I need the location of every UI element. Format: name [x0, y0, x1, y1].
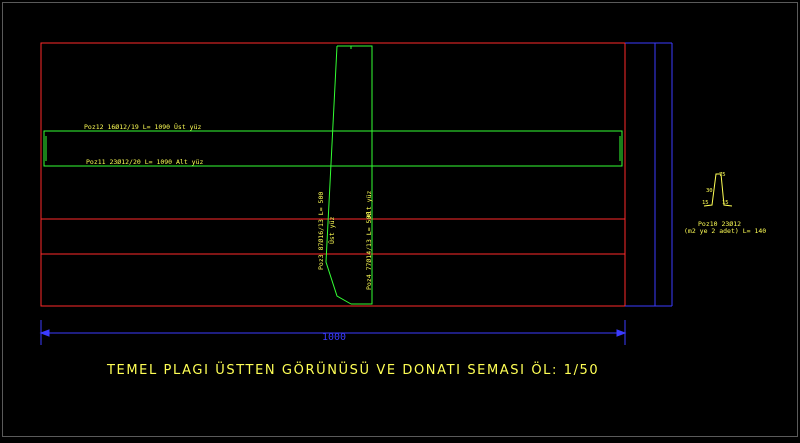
pos10-dim-top: 75 [719, 172, 726, 178]
label-pos10-line2: (m2 ye 2 adet) L= 140 [684, 227, 766, 235]
label-pos3-face: Üst yüz [327, 217, 336, 244]
pos10-dim-left: 15 [702, 200, 709, 206]
label-pos4-group: Poz4 77Ø14/13 L= 500 [365, 212, 373, 290]
pos10-dim-mid: 30 [706, 188, 713, 194]
label-pos4-face-group: Alt yüz [365, 191, 373, 218]
dim-arrow-left [39, 329, 50, 337]
pos10-dim-right: 15 [722, 200, 729, 206]
label-pos12: Poz12 16Ø12/19 L= 1090 Üst yüz [84, 122, 201, 131]
rebar-pos3 [325, 45, 352, 305]
drawing-svg: 1000 Poz12 16Ø12/19 L= 1090 Üst yüz Poz1… [39, 42, 766, 378]
dimension-lines [39, 42, 673, 345]
label-pos11: Poz11 23Ø12/20 L= 1090 Alt yüz [86, 158, 203, 166]
foundation-plate [40, 42, 626, 307]
dim-arrow-right [616, 329, 627, 337]
plate-outline [40, 42, 626, 307]
label-pos4: Poz4 77Ø14/13 L= 500 [365, 212, 373, 290]
drawing-title: TEMEL PLAGI ÜSTTEN GÖRÜNÜSÜ VE DONATI SE… [106, 361, 599, 378]
cad-drawing-canvas: 1000 Poz12 16Ø12/19 L= 1090 Üst yüz Poz1… [0, 0, 800, 439]
label-pos3-group: Poz3 87Ø16/13 L= 500 [317, 192, 325, 270]
label-pos3: Poz3 87Ø16/13 L= 500 [317, 192, 325, 270]
label-pos4-face: Alt yüz [365, 191, 373, 218]
label-pos3-face-group: Üst yüz [327, 217, 336, 244]
dimension-label: 1000 [322, 332, 346, 343]
